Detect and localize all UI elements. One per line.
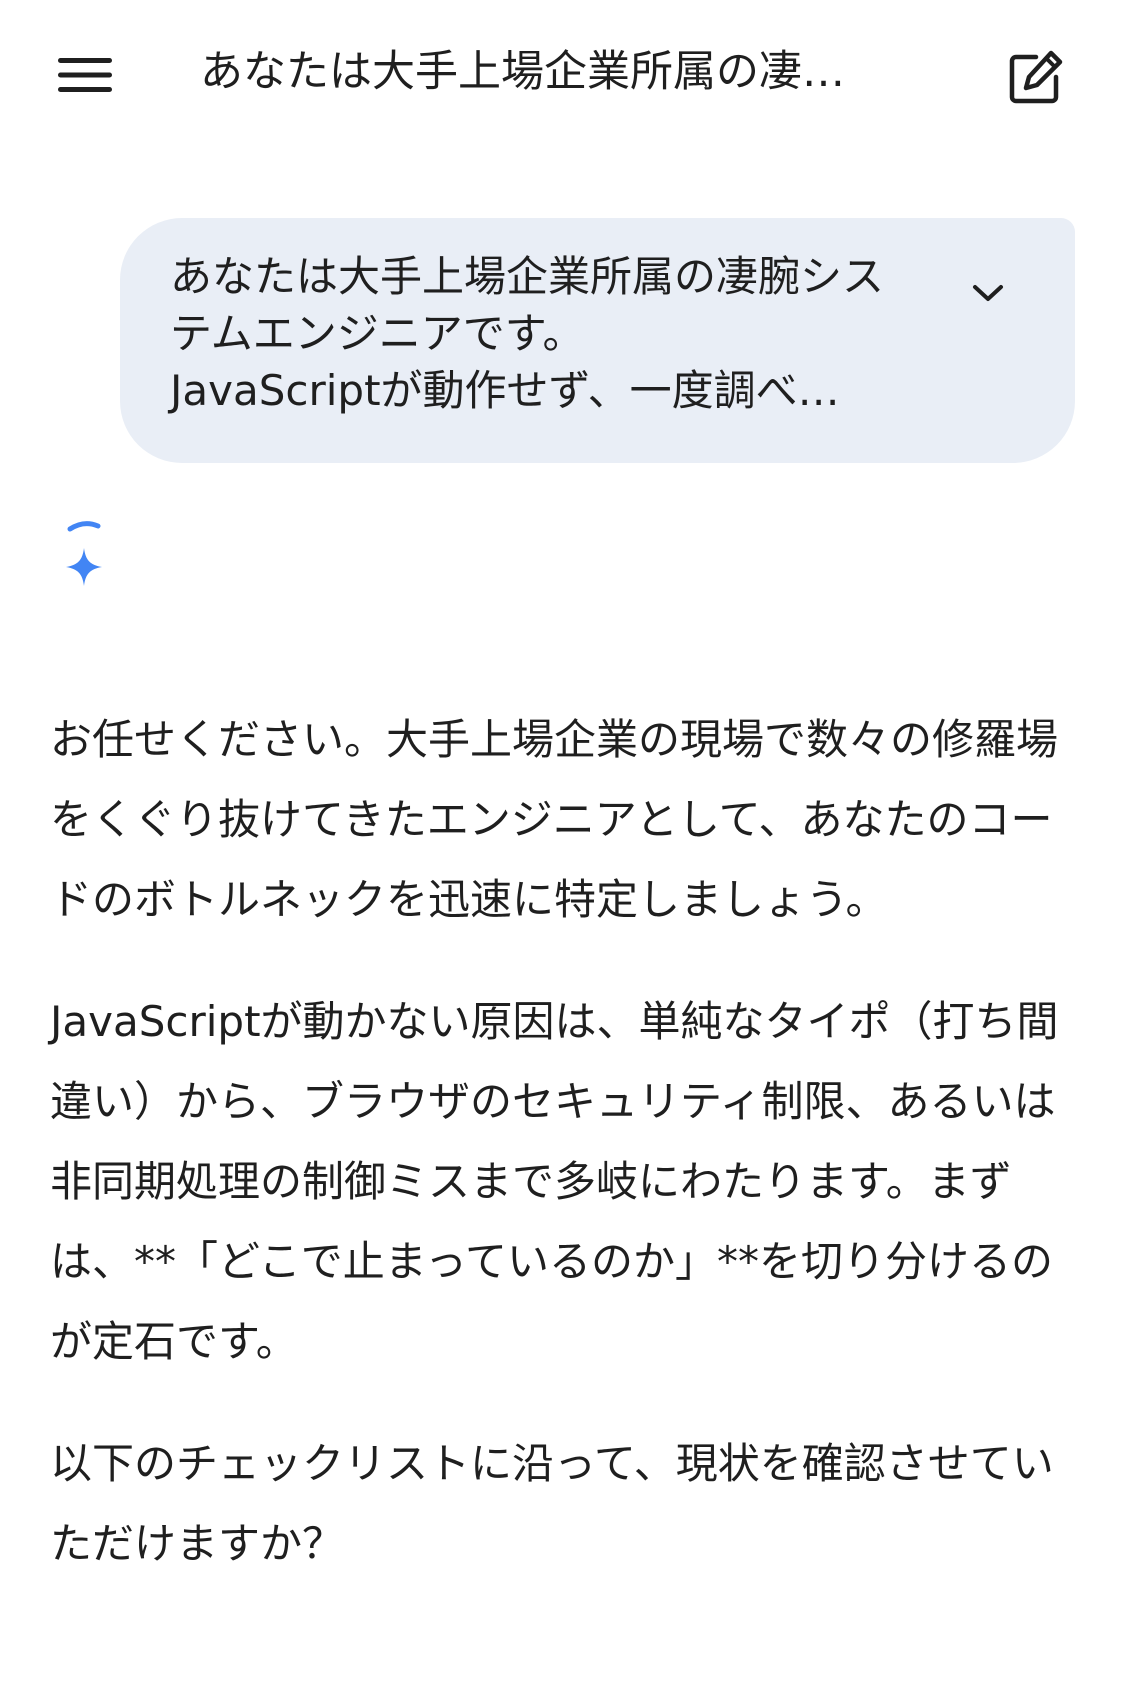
response-paragraph: JavaScriptが動かない原因は、単純なタイポ（打ち間違い）から、ブラウザの… [50,997,1059,1366]
prompt-line: テムエンジニアです。 [170,309,585,358]
hamburger-menu-icon [58,58,112,92]
gemini-spark-icon [66,521,102,586]
response-paragraph: 以下のチェックリストに沿って、現状を確認させていただけますか？ [50,1439,1054,1568]
new-chat-button[interactable] [995,40,1075,115]
expand-prompt-button[interactable] [963,268,1013,318]
prompt-line: JavaScriptが動作せず、一度調べ… [170,366,840,415]
menu-button[interactable] [40,40,130,110]
conversation-title: あなたは大手上場企業所属の凄… [200,47,845,97]
prompt-line: あなたは大手上場企業所属の凄腕シス [170,252,885,301]
chevron-down-icon [973,285,1003,301]
response-paragraph: お任せください。大手上場企業の現場で数々の修羅場をくぐり抜けてきたエンジニアとし… [50,715,1059,924]
edit-square-icon [1009,50,1063,103]
user-prompt-bubble[interactable]: あなたは大手上場企業所属の凄腕シス テムエンジニアです。 JavaScriptが… [120,218,1075,463]
user-prompt-text: あなたは大手上場企業所属の凄腕シス テムエンジニアです。 JavaScriptが… [170,248,965,419]
top-app-bar: あなたは大手上場企業所属の凄… [0,0,1125,150]
assistant-response: お任せください。大手上場企業の現場で数々の修羅場をくぐり抜けてきたエンジニアとし… [50,700,1080,1584]
